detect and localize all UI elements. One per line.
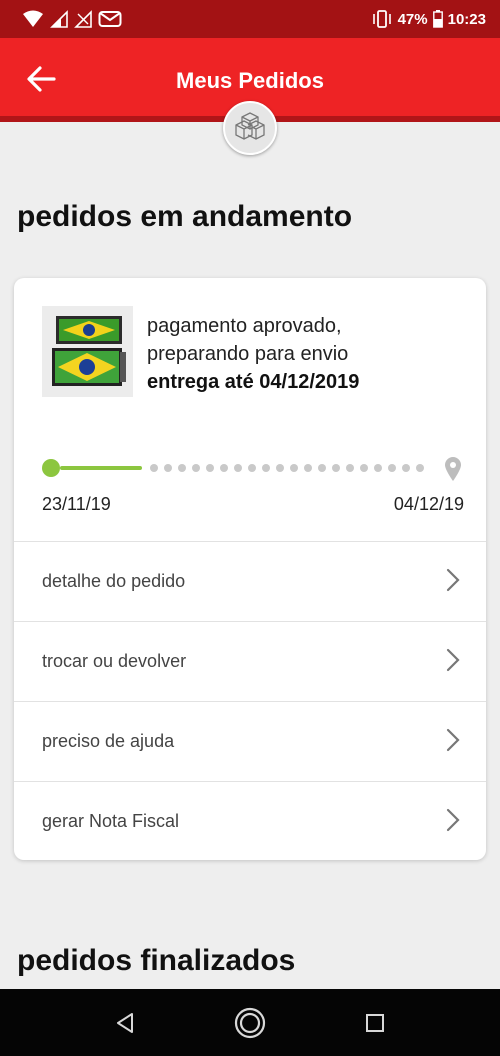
status-bar: 47% 10:23 — [0, 0, 500, 38]
order-status: pagamento aprovado, preparando para envi… — [147, 312, 359, 396]
progress-remaining-dots — [150, 464, 424, 472]
signal-empty-icon — [74, 10, 92, 28]
order-card: pagamento aprovado, preparando para envi… — [14, 278, 486, 860]
status-icons-left — [22, 10, 122, 28]
chevron-right-icon — [446, 728, 460, 752]
chevron-right-icon — [446, 648, 460, 672]
battery-icon — [432, 10, 443, 28]
in-progress-heading: pedidos em andamento — [17, 200, 353, 233]
exchange-return-label: trocar ou devolver — [42, 651, 187, 671]
square-recents-icon — [366, 1014, 384, 1032]
finished-heading: pedidos finalizados — [17, 944, 296, 977]
invoice-label: gerar Nota Fiscal — [42, 811, 180, 831]
product-thumbnail[interactable] — [42, 306, 133, 397]
nav-home-button[interactable] — [232, 1005, 268, 1041]
chevron-right-icon — [446, 808, 460, 832]
home-circle-icon — [234, 1007, 266, 1039]
exchange-return-row[interactable]: trocar ou devolver — [14, 621, 486, 701]
orders-badge — [223, 101, 277, 155]
battery-percent: 47% — [397, 10, 428, 28]
nav-back-button[interactable] — [107, 1005, 143, 1041]
chevron-right-icon — [446, 568, 460, 592]
vibrate-icon — [372, 10, 391, 28]
order-detail-label: detalhe do pedido — [42, 571, 186, 591]
help-row[interactable]: preciso de ajuda — [14, 701, 486, 781]
help-label: preciso de ajuda — [42, 731, 175, 751]
delivery-date: entrega até 04/12/2019 — [147, 371, 360, 393]
status-icons-right: 47% 10:23 — [371, 10, 486, 28]
clock: 10:23 — [447, 10, 486, 28]
triangle-back-icon — [117, 1013, 133, 1033]
system-nav-bar — [0, 989, 500, 1056]
start-date: 23/11/19 — [42, 494, 111, 514]
signal-icon — [50, 10, 68, 28]
status-line-2: preparando para envio — [147, 343, 349, 365]
mail-icon — [98, 11, 122, 27]
location-pin-icon — [444, 456, 462, 487]
boxes-icon — [235, 112, 265, 140]
page-title: Meus Pedidos — [176, 68, 324, 93]
product-image — [42, 306, 133, 397]
nav-recents-button[interactable] — [357, 1005, 393, 1041]
wifi-icon — [23, 10, 43, 27]
progress-start-dot — [42, 459, 60, 477]
order-detail-row[interactable]: detalhe do pedido — [14, 541, 486, 621]
progress-bar-fill — [60, 466, 142, 470]
invoice-row[interactable]: gerar Nota Fiscal — [14, 781, 486, 860]
status-line-1: pagamento aprovado, — [147, 315, 342, 337]
delivery-progress — [42, 456, 466, 481]
end-date: 04/12/19 — [393, 494, 464, 514]
